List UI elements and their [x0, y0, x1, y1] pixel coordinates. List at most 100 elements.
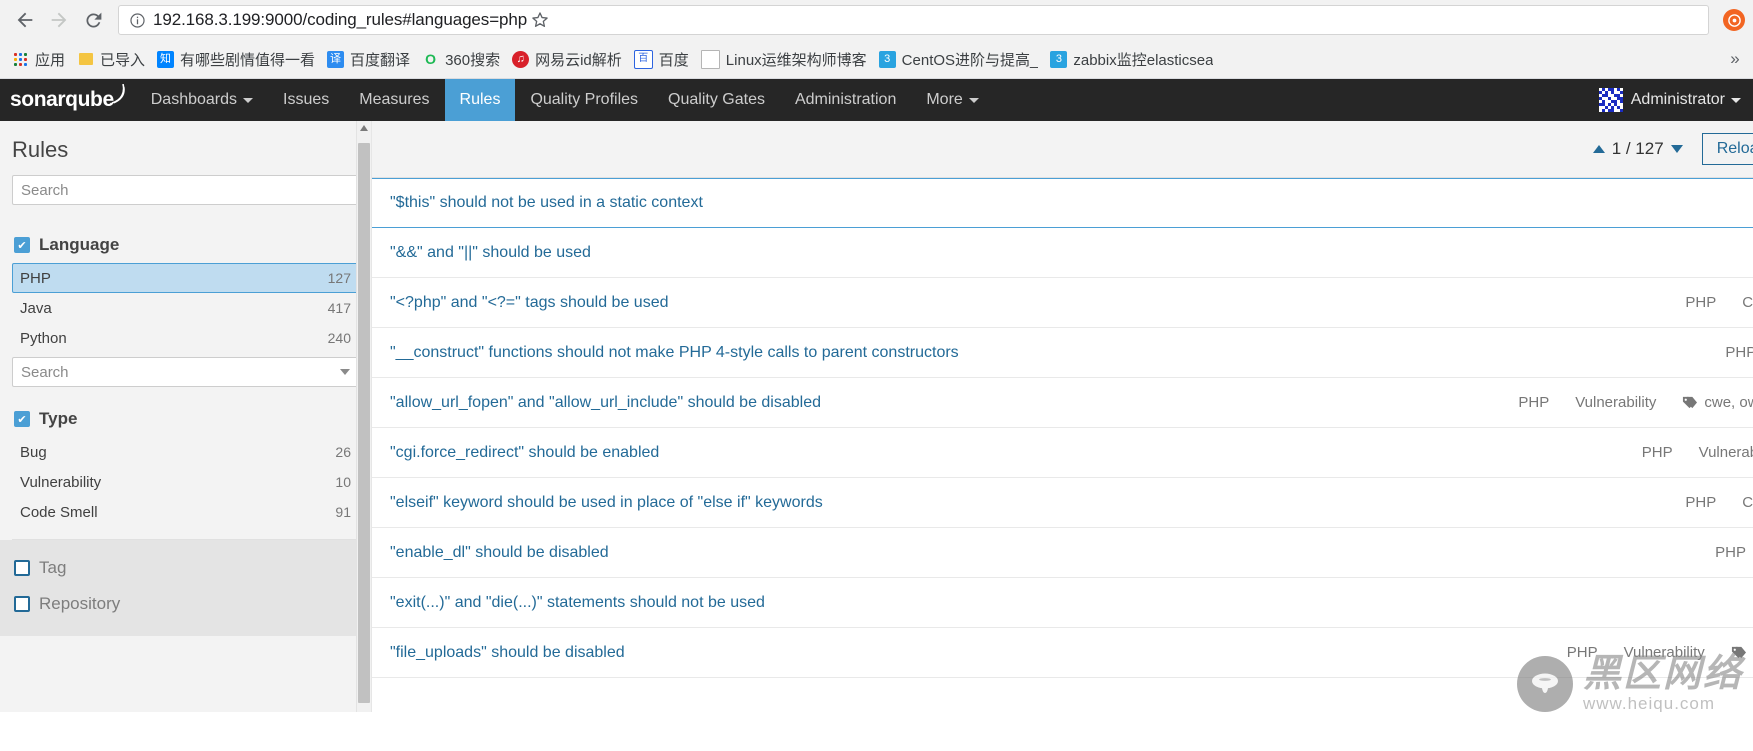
sonarqube-global-nav: sonarqube Dashboards Issues Measures Rul… [0, 79, 1753, 121]
rule-title[interactable]: "<?php" and "<?=" tags should be used [390, 294, 669, 312]
bookmark-zabbix[interactable]: 3 zabbix监控elasticsea [1044, 46, 1219, 72]
table-row[interactable]: "enable_dl" should be disabled PHP Vulne… [372, 528, 1753, 578]
bookmark-linux-blog[interactable]: Linux运维架构师博客 [695, 46, 873, 72]
bookmark-apps[interactable]: 应用 [6, 46, 71, 72]
facet-item-python[interactable]: Python 240 [12, 323, 359, 353]
rule-title[interactable]: "cgi.force_redirect" should be enabled [390, 444, 659, 462]
table-row[interactable]: "elseif" keyword should be used in place… [372, 478, 1753, 528]
facet-item-count: 91 [335, 504, 351, 520]
facet-repository-header[interactable]: Repository [12, 586, 359, 622]
table-row[interactable]: "allow_url_fopen" and "allow_url_include… [372, 378, 1753, 428]
checkbox-checked-icon[interactable]: ✔ [14, 237, 30, 253]
table-row[interactable]: "exit(...)" and "die(...)" statements sh… [372, 578, 1753, 628]
checkbox-checked-icon[interactable]: ✔ [14, 411, 30, 427]
nav-item-issues[interactable]: Issues [268, 79, 344, 121]
page-icon [700, 49, 720, 69]
bookmark-360-search[interactable]: O 360搜索 [416, 46, 506, 72]
bookmark-netease-music[interactable]: ♫ 网易云id解析 [506, 46, 628, 72]
facet-item-code-smell[interactable]: Code Smell 91 [12, 497, 359, 527]
sonarqube-logo[interactable]: sonarqube [10, 84, 125, 112]
facet-type: ✔ Type Bug 26 Vulnerability 10 Code Smel… [12, 399, 359, 540]
site-info-icon[interactable] [127, 10, 147, 30]
rule-title[interactable]: "file_uploads" should be disabled [390, 644, 625, 662]
reload-button[interactable]: Reload [1701, 133, 1753, 165]
facet-item-label: Code Smell [20, 503, 98, 521]
checkbox-unchecked-icon[interactable] [14, 560, 30, 576]
facet-item-bug[interactable]: Bug 26 [12, 437, 359, 467]
facet-item-label: Vulnerability [20, 473, 102, 491]
cnblogs-icon: 3 [878, 50, 896, 68]
facet-item-php[interactable]: PHP 127 [12, 263, 359, 293]
bookmarks-overflow-icon[interactable]: » [1723, 49, 1747, 69]
facet-item-vulnerability[interactable]: Vulnerability 10 [12, 467, 359, 497]
table-row[interactable]: "<?php" and "<?=" tags should be used PH… [372, 278, 1753, 328]
scrollbar-thumb[interactable] [358, 143, 370, 703]
rule-meta: PHP Vulnerability cwe, [1689, 544, 1753, 561]
rules-sidebar: Rules ✔ Language PHP 127 Java 417 Python [0, 121, 372, 712]
rule-title[interactable]: "enable_dl" should be disabled [390, 544, 609, 562]
extension-icon[interactable] [1723, 9, 1745, 31]
address-bar-url: 192.168.3.199:9000/coding_rules#language… [153, 10, 528, 29]
rule-language: PHP [1518, 394, 1550, 411]
rule-language: PHP [1685, 494, 1717, 511]
nav-label: More [926, 91, 963, 108]
facet-item-java[interactable]: Java 417 [12, 293, 359, 323]
language-search-input[interactable] [12, 357, 359, 387]
bookmark-star-icon[interactable] [527, 7, 553, 33]
table-row[interactable]: "$this" should not be used in a static c… [372, 178, 1753, 228]
page-down-icon[interactable] [1670, 145, 1683, 153]
facet-tag-header[interactable]: Tag [12, 550, 359, 586]
rule-title[interactable]: "$this" should not be used in a static c… [390, 194, 703, 212]
rule-language: PHP [1685, 294, 1717, 311]
table-row[interactable]: "__construct" functions should not make … [372, 328, 1753, 378]
table-row[interactable]: "file_uploads" should be disabled PHP Vu… [372, 628, 1753, 678]
bookmark-baidu-translate[interactable]: 译 百度翻译 [321, 46, 416, 72]
nav-item-rules[interactable]: Rules [444, 79, 516, 121]
search-input[interactable] [12, 175, 359, 205]
rule-title[interactable]: "elseif" keyword should be used in place… [390, 494, 823, 512]
bookmark-imported[interactable]: 已导入 [71, 46, 151, 72]
sidebar-content: Rules ✔ Language PHP 127 Java 417 Python [0, 121, 371, 540]
nav-item-administration[interactable]: Administration [780, 79, 911, 121]
sidebar-scrollbar[interactable] [356, 121, 371, 712]
rule-tags: cwe, owasp-a1, php-ini, sans-top2 [1682, 394, 1753, 411]
scroll-up-icon[interactable] [360, 125, 368, 131]
rule-title[interactable]: "__construct" functions should not make … [390, 344, 959, 362]
page-up-icon[interactable] [1592, 145, 1605, 153]
nav-item-quality-profiles[interactable]: Quality Profiles [515, 79, 653, 121]
bookmark-zhihu[interactable]: 知 有哪些剧情值得一看 [151, 46, 321, 72]
table-row[interactable]: "cgi.force_redirect" should be enabled P… [372, 428, 1753, 478]
bookmark-centos[interactable]: 3 CentOS进阶与提高_ [873, 46, 1045, 72]
chevron-down-icon[interactable] [340, 369, 350, 375]
watermark-url: www.heiqu.com [1582, 694, 1716, 712]
language-select[interactable] [12, 357, 359, 387]
rule-meta: PHP Vulnerability cwe, owasp-a1, php-ini… [1492, 394, 1753, 411]
back-arrow-icon[interactable] [8, 3, 42, 37]
360-search-icon: O [425, 51, 436, 67]
rule-title[interactable]: "exit(...)" and "die(...)" statements sh… [390, 594, 765, 612]
address-bar[interactable]: 192.168.3.199:9000/coding_rules#language… [118, 5, 1709, 35]
nav-item-dashboards[interactable]: Dashboards [136, 79, 268, 121]
nav-item-quality-gates[interactable]: Quality Gates [653, 79, 780, 121]
forward-arrow-icon[interactable] [42, 3, 76, 37]
user-menu[interactable]: Administrator [1631, 91, 1741, 109]
rules-list: "$this" should not be used in a static c… [372, 178, 1753, 678]
bookmark-label: 已导入 [100, 51, 146, 69]
bookmark-baidu[interactable]: 百 百度 [628, 46, 695, 72]
rule-type: Vulnerability [1575, 394, 1657, 411]
nav-item-measures[interactable]: Measures [344, 79, 444, 121]
facet-language-header[interactable]: ✔ Language [12, 235, 359, 255]
browser-chrome: 192.168.3.199:9000/coding_rules#language… [0, 0, 1753, 79]
zhihu-icon: 知 [157, 50, 175, 68]
facet-item-count: 240 [327, 330, 351, 346]
reload-icon[interactable] [76, 3, 110, 37]
toolbar-buttons: Reload New Search [1701, 133, 1753, 165]
facet-type-header[interactable]: ✔ Type [12, 409, 359, 429]
facet-item-count: 417 [327, 300, 351, 316]
checkbox-unchecked-icon[interactable] [14, 596, 30, 612]
nav-item-more[interactable]: More [911, 79, 993, 121]
rule-title[interactable]: "&&" and "||" should be used [390, 244, 591, 262]
table-row[interactable]: "&&" and "||" should be used PHP Bug sus [372, 228, 1753, 278]
tag-icon [1683, 396, 1698, 409]
rule-title[interactable]: "allow_url_fopen" and "allow_url_include… [390, 394, 821, 412]
